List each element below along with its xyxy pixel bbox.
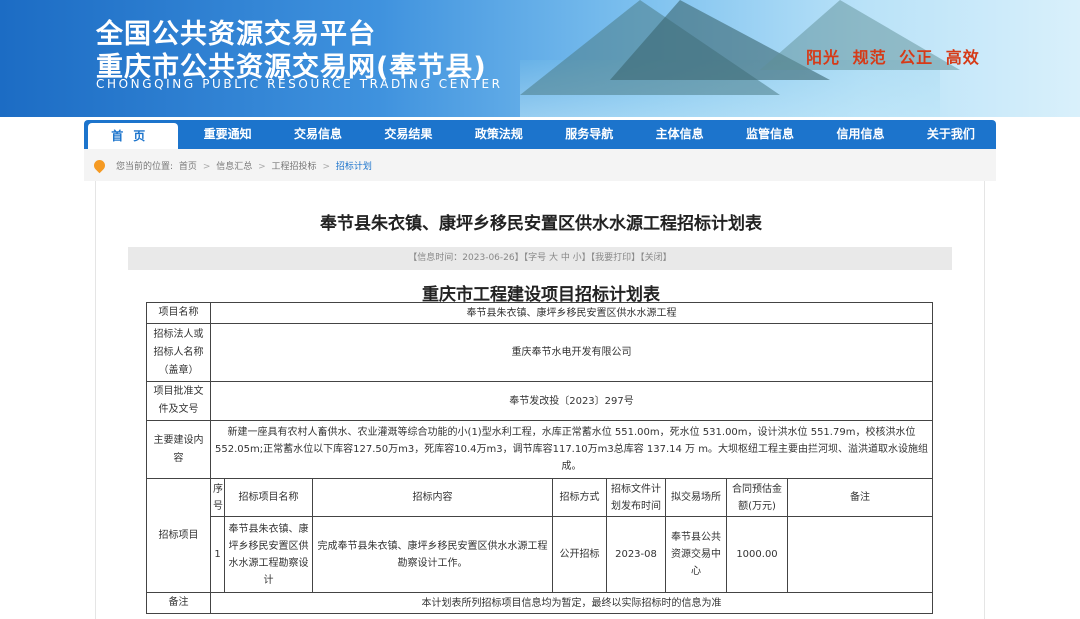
column-header: 招标方式 <box>552 478 607 517</box>
breadcrumb-separator-icon: > <box>258 162 266 172</box>
column-header: 招标文件计划发布时间 <box>606 478 666 517</box>
row-remark <box>787 516 933 593</box>
row-publish-date: 2023-08 <box>606 516 666 593</box>
row-venue: 奉节县公共资源交易中心 <box>665 516 727 593</box>
location-pin-icon <box>91 157 108 174</box>
site-title-english: CHONGQING PUBLIC RESOURCE TRADING CENTER <box>96 77 503 91</box>
nav-item-trade-results[interactable]: 交易结果 <box>363 120 453 149</box>
table-row: 主要建设内容 新建一座具有农村人畜供水、农业灌溉等综合功能的小(1)型水利工程，… <box>146 420 933 479</box>
content-value: 新建一座具有农村人畜供水、农业灌溉等综合功能的小(1)型水利工程，水库正常蓄水位… <box>210 420 933 479</box>
note-label: 备注 <box>146 592 211 614</box>
column-header: 拟交易场所 <box>665 478 727 517</box>
content-label: 主要建设内容 <box>146 420 211 479</box>
row-item-content: 完成奉节县朱衣镇、康坪乡移民安置区供水水源工程勘察设计工作。 <box>312 516 553 593</box>
breadcrumb-prefix: 您当前的位置: <box>116 162 174 172</box>
tender-plan-table: 项目名称 奉节县朱衣镇、康坪乡移民安置区供水水源工程 招标法人或招标人名称（盖章… <box>146 302 933 614</box>
breadcrumb: 您当前的位置: 首页 > 信息汇总 > 工程招投标 > 招标计划 <box>84 149 996 181</box>
site-slogan: 阳光 规范 公正 高效 <box>806 48 980 67</box>
row-method: 公开招标 <box>552 516 607 593</box>
column-header: 备注 <box>787 478 933 517</box>
nav-item-trade-info[interactable]: 交易信息 <box>273 120 363 149</box>
breadcrumb-item-bidding[interactable]: 工程招投标 <box>272 162 317 172</box>
nav-item-home[interactable]: 首页 <box>88 123 179 149</box>
article-info-bar: 【信息时间：2023-06-26】【字号 大 中 小】【我要打印】【关闭】 <box>128 247 952 270</box>
breadcrumb-separator-icon: > <box>202 162 211 172</box>
note-value: 本计划表所列招标项目信息均为暂定，最终以实际招标时的信息为准 <box>210 592 933 614</box>
row-item-name: 奉节县朱衣镇、康坪乡移民安置区供水水源工程勘察设计 <box>224 516 313 593</box>
tenderer-value: 重庆奉节水电开发有限公司 <box>210 323 933 382</box>
nav-item-about[interactable]: 关于我们 <box>906 120 996 149</box>
items-label: 招标项目 <box>146 478 211 593</box>
project-name-value: 奉节县朱衣镇、康坪乡移民安置区供水水源工程 <box>210 302 933 324</box>
nav-item-supervision[interactable]: 监管信息 <box>725 120 815 149</box>
breadcrumb-item-summary[interactable]: 信息汇总 <box>216 162 252 172</box>
column-header: 序号 <box>210 478 225 517</box>
nav-item-notices[interactable]: 重要通知 <box>182 120 272 149</box>
article-content: 奉节县朱衣镇、康坪乡移民安置区供水水源工程招标计划表 【信息时间：2023-06… <box>95 181 985 619</box>
main-nav: 首页 重要通知 交易信息 交易结果 政策法规 服务导航 主体信息 监管信息 信用… <box>84 120 996 149</box>
table-row: 1 奉节县朱衣镇、康坪乡移民安置区供水水源工程勘察设计 完成奉节县朱衣镇、康坪乡… <box>147 516 933 593</box>
tenderer-label: 招标法人或招标人名称（盖章） <box>146 323 211 382</box>
table-row: 项目名称 奉节县朱衣镇、康坪乡移民安置区供水水源工程 <box>146 302 933 324</box>
row-number: 1 <box>210 516 225 593</box>
header-banner: 全国公共资源交易平台 重庆市公共资源交易网(奉节县) CHONGQING PUB… <box>0 0 1080 117</box>
nav-item-entity-info[interactable]: 主体信息 <box>634 120 724 149</box>
row-amount: 1000.00 <box>726 516 788 593</box>
approval-label: 项目批准文件及文号 <box>146 381 211 421</box>
approval-value: 奉节发改投〔2023〕297号 <box>210 381 933 421</box>
table-row: 备注 本计划表所列招标项目信息均为暂定，最终以实际招标时的信息为准 <box>146 592 933 614</box>
table-row: 招标法人或招标人名称（盖章） 重庆奉节水电开发有限公司 <box>146 323 933 382</box>
breadcrumb-item-current[interactable]: 招标计划 <box>336 162 372 172</box>
table-row: 项目批准文件及文号 奉节发改投〔2023〕297号 <box>146 381 933 421</box>
nav-item-credit[interactable]: 信用信息 <box>815 120 905 149</box>
nav-item-service-guide[interactable]: 服务导航 <box>544 120 634 149</box>
column-header: 招标内容 <box>312 478 553 517</box>
column-header: 招标项目名称 <box>224 478 313 517</box>
table-header-row: 招标项目 序号 招标项目名称 招标内容 招标方式 招标文件计划发布时间 拟交易场… <box>146 478 933 593</box>
article-title: 奉节县朱衣镇、康坪乡移民安置区供水水源工程招标计划表 <box>320 214 762 234</box>
breadcrumb-separator-icon: > <box>322 162 330 172</box>
nav-item-policies[interactable]: 政策法规 <box>454 120 544 149</box>
column-header: 合同预估金额(万元) <box>726 478 788 517</box>
project-name-label: 项目名称 <box>146 302 211 324</box>
breadcrumb-item-home[interactable]: 首页 <box>179 162 197 172</box>
